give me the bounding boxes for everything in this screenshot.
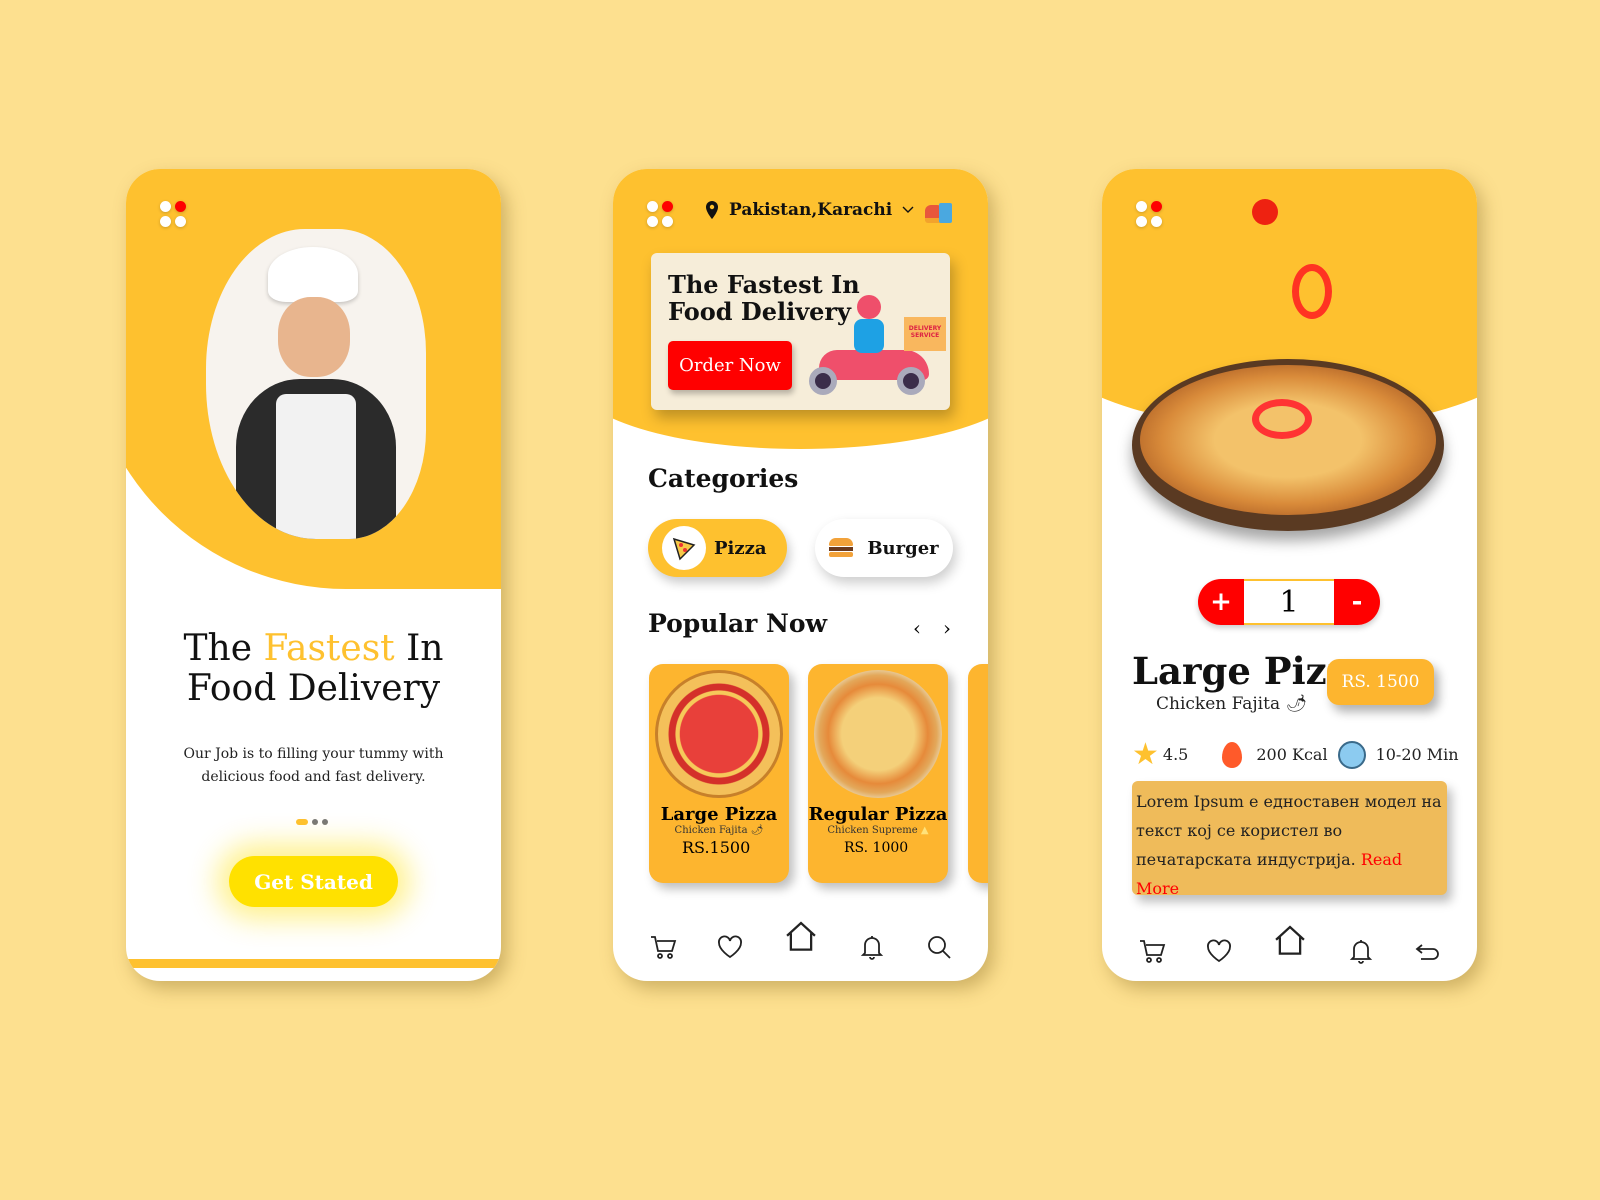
bottom-nav xyxy=(613,921,988,977)
flame-icon xyxy=(1222,741,1243,768)
item-name: Large Pizza xyxy=(660,804,778,825)
pepper-ring xyxy=(1292,264,1332,319)
description-box: Lorem Ipsum е едноставен модел на текст … xyxy=(1132,781,1447,898)
promo-banner: The Fastest In Food Delivery Order Now DE… xyxy=(651,253,950,410)
chili-icon: 🌶 xyxy=(750,825,764,836)
location-selector[interactable]: Pakistan,Karachi xyxy=(705,200,914,220)
home-screen: Pakistan,Karachi The Fastest In Food Deli… xyxy=(613,169,988,981)
categories-title: Categories xyxy=(648,464,799,493)
category-burger[interactable]: Burger xyxy=(815,519,953,577)
time-value: 10-20 Min xyxy=(1375,745,1459,764)
decrease-button[interactable]: - xyxy=(1334,579,1380,625)
category-label: Burger xyxy=(867,537,939,559)
heart-icon[interactable] xyxy=(1204,936,1234,970)
star-icon: ★ xyxy=(1132,737,1159,772)
popular-item-card-partial[interactable] xyxy=(968,664,988,883)
delivery-scooter-illustration: DELIVERY SERVICE xyxy=(809,275,949,395)
popular-item-card[interactable]: Regular Pizza Chicken Supreme ▲ RS. 1000 xyxy=(808,664,948,883)
bottom-nav xyxy=(1102,925,1477,981)
cart-icon[interactable] xyxy=(1137,936,1167,970)
rating-value: 4.5 xyxy=(1162,745,1189,764)
chili-icon: 🌶 xyxy=(1285,694,1308,714)
calories-value: 200 Kcal xyxy=(1256,745,1328,764)
cart-icon[interactable] xyxy=(648,932,678,966)
increase-button[interactable]: + xyxy=(1198,579,1244,625)
fast-food-icon[interactable] xyxy=(925,199,953,225)
box-label: DELIVERY SERVICE xyxy=(904,317,946,351)
onboarding-screen: The Fastest In Food Delivery Our Job is … xyxy=(126,169,501,981)
bottom-bar xyxy=(126,959,501,968)
product-subtitle: Chicken Fajita 🌶 xyxy=(1156,694,1308,714)
cheese-icon: ▲ xyxy=(920,825,929,836)
alarm-clock-icon xyxy=(1337,740,1366,769)
burger-icon xyxy=(829,538,854,558)
price-badge: RS. 1500 xyxy=(1327,659,1434,705)
product-stats: ★ 4.5 200 Kcal 10-20 Min xyxy=(1132,737,1462,772)
order-now-button[interactable]: Order Now xyxy=(668,341,792,390)
pizza-image xyxy=(655,670,783,798)
quantity-value[interactable]: 1 xyxy=(1244,579,1334,625)
location-pin-icon xyxy=(706,201,718,219)
get-started-button[interactable]: Get Stated xyxy=(229,856,398,907)
bell-icon[interactable] xyxy=(857,932,887,966)
home-icon[interactable] xyxy=(1271,925,1309,964)
pepper-slice xyxy=(1252,199,1278,225)
page-indicator xyxy=(296,819,328,825)
title-highlight: Fastest xyxy=(263,628,395,669)
item-price: RS. 1000 xyxy=(844,840,909,856)
item-price: RS.1500 xyxy=(682,838,751,857)
onboarding-description: Our Job is to filling your tummy with del… xyxy=(183,746,444,785)
back-icon[interactable] xyxy=(1413,936,1443,970)
item-subtitle: Chicken Fajita 🌶 xyxy=(674,825,764,836)
location-label: Pakistan,Karachi xyxy=(729,200,893,220)
chevron-down-icon xyxy=(902,206,914,213)
menu-dots-icon[interactable] xyxy=(160,201,186,227)
pizza-image xyxy=(814,670,942,798)
onboarding-title: The Fastest In Food Delivery xyxy=(183,628,444,709)
bell-icon[interactable] xyxy=(1346,936,1376,970)
item-name: Regular Pizza xyxy=(808,804,948,825)
home-icon[interactable] xyxy=(782,921,820,960)
menu-dots-icon[interactable] xyxy=(1136,201,1162,227)
previous-arrow-icon[interactable]: ‹ xyxy=(913,616,921,640)
quantity-stepper: + 1 - xyxy=(1198,579,1380,625)
item-subtitle: Chicken Supreme ▲ xyxy=(827,825,929,836)
popular-item-card[interactable]: Large Pizza Chicken Fajita 🌶 RS.1500 xyxy=(649,664,789,883)
next-arrow-icon[interactable]: › xyxy=(943,616,951,640)
menu-dots-icon[interactable] xyxy=(647,201,673,227)
pizza-slice-icon xyxy=(662,526,706,570)
pizza-hero-image xyxy=(1132,359,1444,531)
search-icon[interactable] xyxy=(924,932,954,966)
category-label: Pizza xyxy=(714,537,767,559)
popular-now-title: Popular Now xyxy=(648,609,828,638)
product-detail-screen: + 1 - Large Pizza Chicken Fajita 🌶 RS. 1… xyxy=(1102,169,1477,981)
heart-icon[interactable] xyxy=(715,932,745,966)
category-pizza[interactable]: Pizza xyxy=(648,519,787,577)
chef-image xyxy=(206,229,426,539)
